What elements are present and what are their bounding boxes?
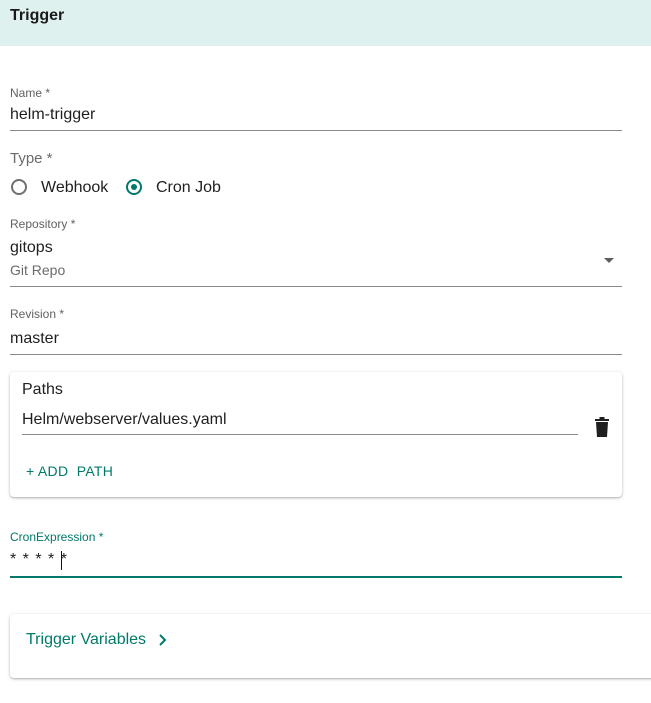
webhook-radio-label[interactable]: Webhook bbox=[41, 179, 108, 197]
revision-label: Revision * bbox=[10, 307, 65, 321]
paths-title: Paths bbox=[22, 381, 63, 398]
cron-expression-field[interactable]: * * * * * bbox=[10, 551, 68, 569]
header-bar: Trigger bbox=[0, 0, 651, 46]
type-label: Type * bbox=[10, 150, 53, 167]
path-input[interactable]: Helm/webserver/values.yaml bbox=[22, 411, 227, 429]
cron-job-radio[interactable] bbox=[126, 179, 142, 195]
repository-underline bbox=[10, 286, 622, 287]
webhook-radio[interactable] bbox=[11, 179, 27, 195]
repository-value[interactable]: gitops bbox=[10, 239, 53, 257]
page-title: Trigger bbox=[10, 7, 65, 24]
paths-card: Paths Helm/webserver/values.yaml + ADD P… bbox=[10, 372, 622, 497]
text-cursor bbox=[61, 551, 62, 570]
trigger-variables-link[interactable]: Trigger Variables bbox=[26, 631, 146, 649]
cron-job-radio-label[interactable]: Cron Job bbox=[156, 179, 221, 197]
trigger-variables-card[interactable]: Trigger Variables bbox=[10, 614, 651, 678]
repository-helper-text: Git Repo bbox=[10, 262, 66, 278]
chevron-right-icon[interactable] bbox=[158, 633, 168, 647]
dropdown-caret-icon[interactable] bbox=[604, 258, 614, 263]
revision-underline bbox=[10, 354, 622, 355]
cron-expression-label: CronExpression * bbox=[10, 530, 104, 544]
path-underline bbox=[22, 434, 578, 435]
revision-field[interactable]: master bbox=[10, 330, 59, 348]
radio-selected-dot bbox=[131, 184, 137, 190]
repository-label: Repository * bbox=[10, 217, 76, 231]
name-underline bbox=[10, 130, 622, 131]
cron-expression-underline bbox=[10, 576, 622, 578]
add-path-button[interactable]: + ADD PATH bbox=[26, 463, 113, 479]
name-field[interactable]: helm-trigger bbox=[10, 106, 95, 124]
trash-icon[interactable] bbox=[595, 417, 609, 437]
name-label: Name * bbox=[10, 86, 51, 100]
